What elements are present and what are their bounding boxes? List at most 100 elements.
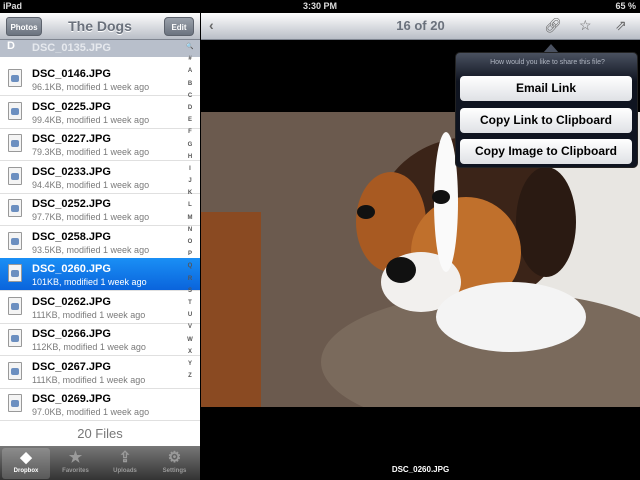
battery-level: 65 % [615,1,636,11]
file-row[interactable]: DSC_0266.JPG 112KB, modified 1 week ago [0,323,200,356]
file-name: DSC_0267.JPG [32,360,111,373]
index-letter[interactable]: S [184,285,196,297]
share-prompt: How would you like to share this file? [490,59,605,66]
file-meta: 111KB, modified 1 week ago [32,309,146,320]
index-letter[interactable]: C [184,90,196,102]
tab-uploads[interactable]: ⇪ Uploads [101,448,149,479]
tab-label: Settings [162,468,187,474]
link-icon[interactable]: 🔗︎ [544,17,562,34]
tab-settings[interactable]: ⚙ Settings [151,448,199,479]
file-count: 20 Files [77,426,123,441]
image-file-icon [8,231,22,250]
file-name: DSC_0252.JPG [32,198,111,210]
file-name: DSC_0258.JPG [32,230,111,243]
favorites-icon: ★ [68,449,83,466]
tab-label: Uploads [113,468,137,474]
index-letter[interactable]: K [184,187,196,199]
file-name: DSC_0260.JPG [32,263,111,275]
index-letter[interactable]: J [184,175,196,187]
file-name: DSC_0262.JPG [32,295,111,308]
share-popover: How would you like to share this file? E… [455,52,638,168]
tab-label: Dropbox [13,468,39,474]
index-letter[interactable]: R [184,273,196,285]
index-letter[interactable]: L [184,199,196,211]
tab-label: Favorites [62,468,89,474]
index-letter[interactable]: H [184,151,196,163]
image-file-icon [8,394,22,412]
image-file-icon [8,296,22,315]
status-bar: iPad 3:30 PM 65 % [0,0,640,13]
dropbox-icon: ◆ [20,449,32,466]
image-file-icon [8,329,22,347]
index-letter[interactable]: A [184,65,196,77]
copy-link-button[interactable]: Copy Link to Clipboard [460,108,632,133]
index-letter[interactable]: G [184,139,196,151]
index-letter[interactable]: B [184,78,196,90]
edit-button[interactable]: Edit [164,17,194,36]
index-letter[interactable]: D [184,102,196,114]
section-index[interactable]: 🔍 # A B C D E F G H I J K L M N O P Q R S T U V W X Y Z [184,41,196,382]
image-file-icon [8,199,22,217]
viewer-toolbar: ‹ 16 of 20 🔗︎ ☆ ⇗ [201,13,640,40]
file-name: DSC_0227.JPG [32,133,111,145]
star-icon[interactable]: ☆ [579,17,592,34]
file-row[interactable]: DSC_0258.JPG 93.5KB, modified 1 week ago [0,226,200,259]
file-meta: 112KB, modified 1 week ago [32,342,146,352]
image-file-icon [8,101,22,120]
index-letter[interactable]: Z [184,370,196,382]
search-index-icon[interactable]: 🔍 [184,41,196,53]
image-file-icon [8,69,22,87]
file-name: DSC_0269.JPG [32,393,111,405]
sidebar-navbar: Photos The Dogs Edit [0,13,200,40]
file-name: DSC_0225.JPG [32,100,111,113]
tab-favorites[interactable]: ★ Favorites [52,448,100,479]
index-letter[interactable]: E [184,114,196,126]
file-row[interactable]: DSC_0260.JPG 101KB, modified 1 week ago [0,258,200,291]
file-meta: 94.4KB, modified 1 week ago [32,179,150,190]
file-meta: 97.0KB, modified 1 week ago [32,407,150,417]
index-letter[interactable]: U [184,309,196,321]
index-letter[interactable]: W [184,334,196,346]
index-letter[interactable]: Q [184,260,196,272]
photo-position: 16 of 20 [396,18,445,33]
file-name: DSC_0233.JPG [32,165,111,178]
index-letter[interactable]: Y [184,358,196,370]
image-file-icon [8,361,22,380]
file-meta: 111KB, modified 1 week ago [32,374,146,385]
file-row[interactable]: DSC_0225.JPG 99.4KB, modified 1 week ago [0,96,200,129]
index-letter[interactable]: X [184,346,196,358]
tab-dropbox[interactable]: ◆ Dropbox [2,448,50,479]
file-row[interactable]: DSC_0252.JPG 97.7KB, modified 1 week ago [0,193,200,226]
settings-icon: ⚙ [167,449,182,466]
file-meta: 97.7KB, modified 1 week ago [32,212,150,222]
copy-image-button[interactable]: Copy Image to Clipboard [460,139,632,164]
file-row[interactable]: DSC_0262.JPG 111KB, modified 1 week ago [0,291,200,324]
index-letter[interactable]: # [184,53,196,65]
index-letter[interactable]: M [184,212,196,224]
file-row[interactable]: DSC_0227.JPG 79.3KB, modified 1 week ago [0,128,200,161]
image-file-icon [8,166,22,185]
share-icon[interactable]: ⇗ [615,17,627,34]
email-link-button[interactable]: Email Link [460,76,632,101]
file-name: DSC_0146.JPG [32,68,111,80]
image-file-icon [8,134,22,152]
index-letter[interactable]: P [184,248,196,260]
index-letter[interactable]: T [184,297,196,309]
image-file-icon [8,264,22,282]
tab-bar: ◆ Dropbox ★ Favorites ⇪ Uploads ⚙ Settings [0,446,200,480]
index-letter[interactable]: O [184,236,196,248]
file-meta: 93.5KB, modified 1 week ago [32,244,150,255]
index-letter[interactable]: V [184,321,196,333]
file-row[interactable]: DSC_0269.JPG 97.0KB, modified 1 week ago [0,388,200,421]
photo-caption: DSC_0260.JPG [391,465,450,474]
clock: 3:30 PM [302,1,337,11]
file-name: DSC_0266.JPG [32,328,111,340]
file-row[interactable]: DSC_0233.JPG 94.4KB, modified 1 week ago [0,161,200,194]
index-letter[interactable]: I [184,163,196,175]
index-letter[interactable]: F [184,126,196,138]
file-row[interactable]: DSC_0267.JPG 111KB, modified 1 week ago [0,356,200,389]
file-meta: 96.1KB, modified 1 week ago [32,82,150,92]
uploads-icon: ⇪ [118,449,132,466]
file-row[interactable]: DSC_0146.JPG 96.1KB, modified 1 week ago [0,63,200,96]
index-letter[interactable]: N [184,224,196,236]
